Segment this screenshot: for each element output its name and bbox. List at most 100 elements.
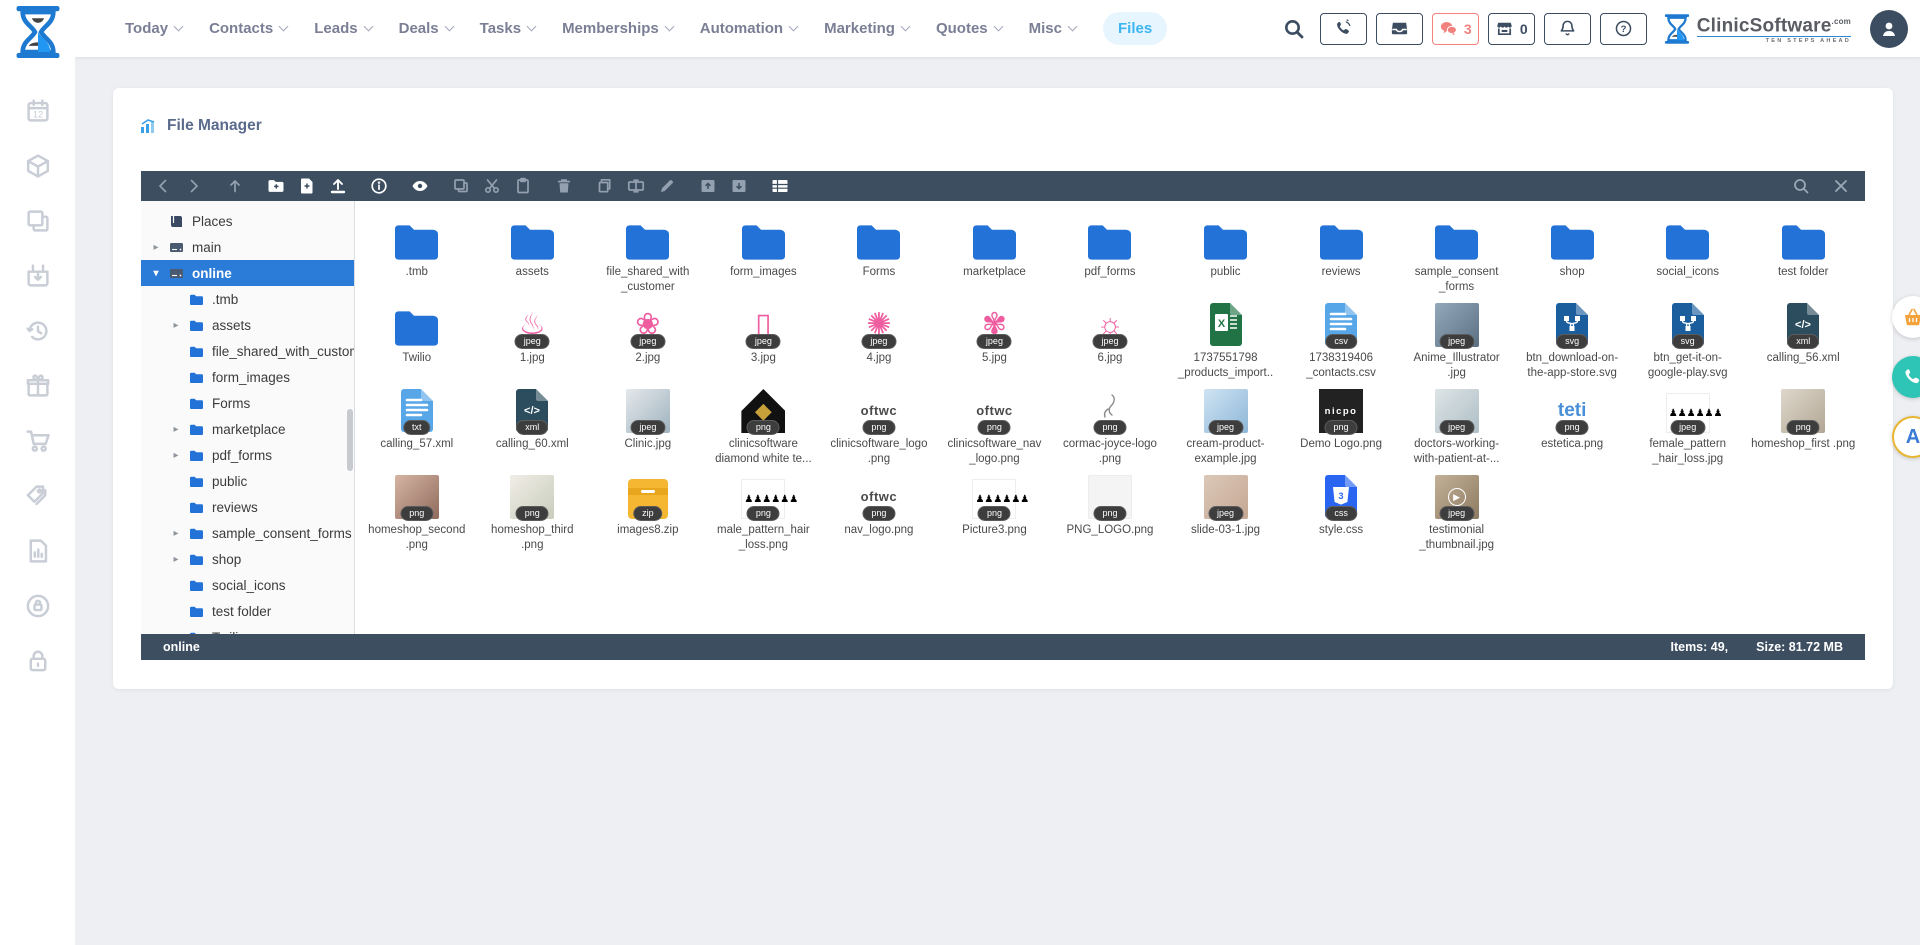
nav-item-marketing[interactable]: Marketing (824, 20, 909, 37)
upload-icon[interactable] (329, 177, 347, 195)
file-item[interactable]: ✺jpeg4.jpg (824, 297, 934, 366)
file-item[interactable]: svgbtn_get-it-on- google-play.svg (1633, 297, 1743, 381)
caret-icon[interactable]: ▸ (171, 424, 181, 435)
copy-icon[interactable] (452, 177, 470, 195)
tree-item-marketplace[interactable]: ▸marketplace (141, 416, 354, 442)
file-item[interactable]: oftwcpngclinicsoftware_nav _logo.png (939, 383, 1049, 467)
tree-item-shop[interactable]: ▸shop (141, 546, 354, 572)
folder-item[interactable]: sample_consent _forms (1402, 211, 1512, 295)
archive-icon[interactable] (699, 177, 717, 195)
copy-pages-icon[interactable] (25, 208, 51, 234)
history-icon[interactable] (25, 318, 51, 344)
file-item[interactable]: pnghomeshop_first .png (1748, 383, 1858, 452)
folder-item[interactable]: assets (477, 211, 587, 280)
tree-item-reviews[interactable]: reviews (141, 494, 354, 520)
file-item[interactable]: txtcalling_57.xml (362, 383, 472, 452)
file-item[interactable]: </>xmlcalling_60.xml (477, 383, 587, 452)
caret-icon[interactable]: ▾ (151, 268, 161, 279)
nav-item-memberships[interactable]: Memberships (562, 20, 673, 37)
folder-item[interactable]: shop (1517, 211, 1627, 280)
preview-icon[interactable] (411, 177, 429, 195)
nav-item-automation[interactable]: Automation (700, 20, 797, 37)
phone-button[interactable] (1320, 13, 1367, 45)
file-item[interactable]: ❀jpeg2.jpg (593, 297, 703, 366)
chat-button[interactable]: 3 (1432, 13, 1479, 45)
tree-item-pdf-forms[interactable]: ▸pdf_forms (141, 442, 354, 468)
caret-icon[interactable]: ▸ (171, 320, 181, 331)
caret-icon[interactable]: ▸ (171, 528, 181, 539)
tree-item-tmb[interactable]: .tmb (141, 286, 354, 312)
file-item[interactable]: </>xmlcalling_56.xml (1748, 297, 1858, 366)
search-icon[interactable] (1283, 18, 1305, 40)
tree-item-main[interactable]: ▸main (141, 234, 354, 260)
file-item[interactable]: pngcormac-joyce-logo .png (1055, 383, 1165, 467)
folder-item[interactable]: Forms (824, 211, 934, 280)
file-item[interactable]: pnghomeshop_third .png (477, 469, 587, 553)
tree-scrollbar[interactable] (347, 409, 353, 471)
clinicsoftware-hourglass-icon[interactable] (15, 8, 61, 56)
nav-item-contacts[interactable]: Contacts (209, 20, 287, 37)
basket-widget-button[interactable] (1892, 296, 1920, 338)
tree-item-social-icons[interactable]: social_icons (141, 572, 354, 598)
lock-icon[interactable] (25, 648, 51, 674)
edit-icon[interactable] (658, 177, 676, 195)
folder-item[interactable]: public (1171, 211, 1281, 280)
folder-item[interactable]: social_icons (1633, 211, 1743, 280)
folder-item[interactable]: reviews (1286, 211, 1396, 280)
file-item[interactable]: jpegClinic.jpg (593, 383, 703, 452)
tree-item-form-images[interactable]: form_images (141, 364, 354, 390)
fm-search-icon[interactable] (1792, 177, 1810, 195)
tree-item-file-shared-with-customer[interactable]: file_shared_with_customer (141, 338, 354, 364)
call-widget-button[interactable] (1892, 356, 1920, 398)
tags-icon[interactable] (25, 483, 51, 509)
info-icon[interactable] (370, 177, 388, 195)
cart-icon[interactable] (25, 428, 51, 454)
up-icon[interactable] (226, 177, 244, 195)
file-item[interactable]: zipimages8.zip (593, 469, 703, 538)
folder-item[interactable]: pdf_forms (1055, 211, 1165, 280)
tree-item-test-folder[interactable]: test folder (141, 598, 354, 624)
nav-item-tasks[interactable]: Tasks (480, 20, 535, 37)
nav-item-today[interactable]: Today (125, 20, 182, 37)
file-item[interactable]: jpegdoctors-working- with-patient-at-... (1402, 383, 1512, 467)
nav-item-misc[interactable]: Misc (1029, 20, 1076, 37)
forward-icon[interactable] (185, 177, 203, 195)
paste-icon[interactable] (514, 177, 532, 195)
file-item[interactable]: pngPNG_LOGO.png (1055, 469, 1165, 538)
folder-item[interactable]: .tmb (362, 211, 472, 280)
notifications-button[interactable] (1544, 13, 1591, 45)
caret-icon[interactable]: ▸ (171, 554, 181, 565)
rename-icon[interactable] (627, 177, 645, 195)
tree-item-assets[interactable]: ▸assets (141, 312, 354, 338)
tree-item-online[interactable]: ▾online (141, 260, 354, 286)
folder-item[interactable]: file_shared_with _customer (593, 211, 703, 295)
file-item[interactable]: ♨jpeg1.jpg (477, 297, 587, 366)
folder-item[interactable]: marketplace (939, 211, 1049, 280)
file-item[interactable]: ♟♟♟♟♟♟pngmale_pattern_hair _loss.png (708, 469, 818, 553)
file-item[interactable]: tetipngestetica.png (1517, 383, 1627, 452)
file-item[interactable]: pnghomeshop_second .png (362, 469, 472, 553)
view-icon[interactable] (771, 177, 789, 195)
tree-item-sample-consent-forms[interactable]: ▸sample_consent_forms (141, 520, 354, 546)
caret-icon[interactable]: ▸ (171, 450, 181, 461)
file-item[interactable]: 3cssstyle.css (1286, 469, 1396, 538)
user-avatar[interactable] (1870, 10, 1908, 48)
nav-item-deals[interactable]: Deals (399, 20, 453, 37)
folder-item[interactable]: test folder (1748, 211, 1858, 280)
file-item[interactable]: ▯jpeg3.jpg (708, 297, 818, 366)
inbox-button[interactable] (1376, 13, 1423, 45)
file-item[interactable]: jpegAnime_Illustrator .jpg (1402, 297, 1512, 381)
nav-item-quotes[interactable]: Quotes (936, 20, 1002, 37)
file-item[interactable]: ▶jpegtestimonial _thumbnail.jpg (1402, 469, 1512, 553)
gift-icon[interactable] (25, 373, 51, 399)
tree-item-public[interactable]: public (141, 468, 354, 494)
report-icon[interactable] (25, 538, 51, 564)
calendar-12-icon[interactable]: 12 (25, 98, 51, 124)
file-item[interactable]: nicpopngDemo Logo.png (1286, 383, 1396, 452)
extract-icon[interactable] (730, 177, 748, 195)
trash-icon[interactable] (555, 177, 573, 195)
new-file-icon[interactable] (298, 177, 316, 195)
file-item[interactable]: ♟♟♟♟♟♟pngPicture3.png (939, 469, 1049, 538)
brand-logo[interactable]: ClinicSoftware.com TEN STEPS AHEAD (1664, 11, 1851, 47)
file-item[interactable]: X1737551798 _products_import.. (1171, 297, 1281, 381)
